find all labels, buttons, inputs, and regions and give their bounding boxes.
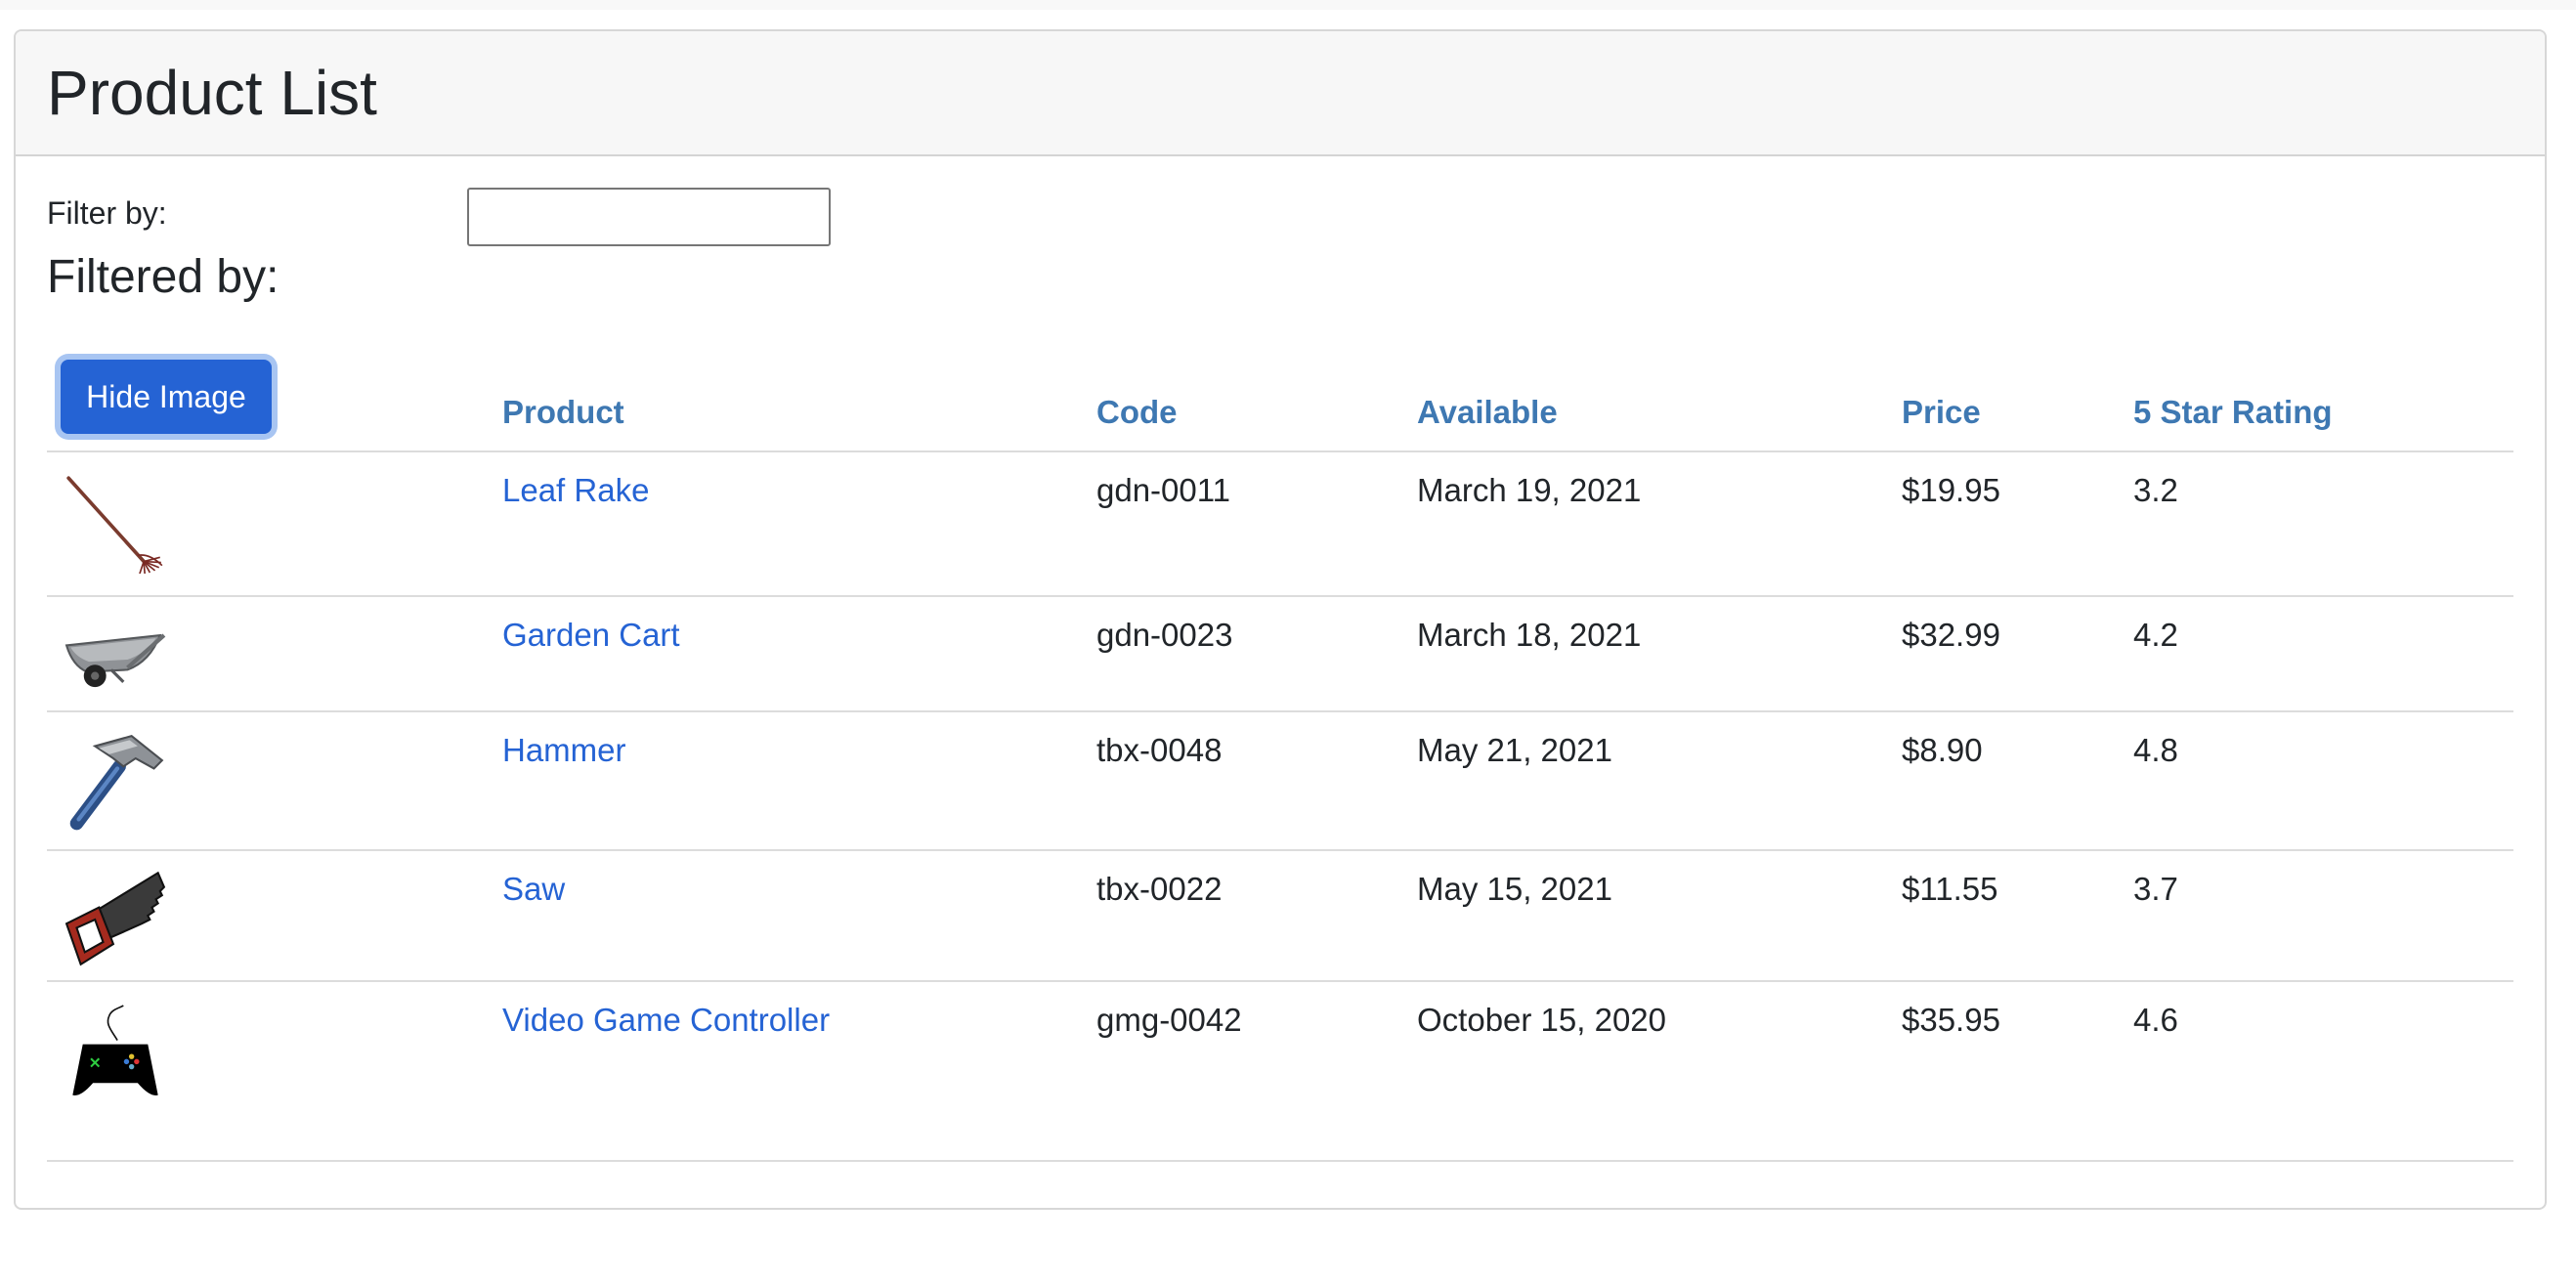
column-header-rating: 5 Star Rating xyxy=(2133,342,2513,452)
product-rating-cell: 4.8 xyxy=(2133,711,2513,851)
table-row: Video Game Controller gmg-0042 October 1… xyxy=(47,981,2513,1162)
product-price-cell: $11.55 xyxy=(1902,850,2133,982)
table-row: Saw tbx-0022 May 15, 2021 $11.55 3.7 xyxy=(47,850,2513,982)
product-link[interactable]: Leaf Rake xyxy=(502,472,649,508)
product-name-cell: Video Game Controller xyxy=(485,981,1096,1162)
product-name-cell: Hammer xyxy=(485,711,1096,851)
product-price-cell: $35.95 xyxy=(1902,981,2133,1162)
product-image-cell xyxy=(47,451,485,597)
product-code-cell: gdn-0023 xyxy=(1096,596,1417,712)
product-price-cell: $32.99 xyxy=(1902,596,2133,712)
product-code-cell: tbx-0048 xyxy=(1096,711,1417,851)
hide-image-button[interactable]: Hide Image xyxy=(61,360,272,434)
card-header: Product List xyxy=(16,31,2545,156)
product-list-card: Product List Filter by: Filtered by: Pro… xyxy=(14,29,2547,1210)
product-rating-cell: 3.2 xyxy=(2133,451,2513,597)
leaf-rake-icon xyxy=(66,476,163,574)
product-available-cell: March 19, 2021 xyxy=(1417,451,1902,597)
table-row: Garden Cart gdn-0023 March 18, 2021 $32.… xyxy=(47,596,2513,712)
product-rating-cell: 4.6 xyxy=(2133,981,2513,1162)
product-image-cell xyxy=(47,981,485,1162)
product-price-cell: $8.90 xyxy=(1902,711,2133,851)
product-link[interactable]: Garden Cart xyxy=(502,617,680,653)
saw-icon xyxy=(64,871,166,966)
garden-cart-icon xyxy=(64,633,166,688)
hammer-icon xyxy=(69,735,164,831)
top-strip xyxy=(0,0,2576,10)
product-image-cell xyxy=(47,711,485,851)
table-row: Hammer tbx-0048 May 21, 2021 $8.90 4.8 xyxy=(47,711,2513,851)
table-row: Leaf Rake gdn-0011 March 19, 2021 $19.95… xyxy=(47,451,2513,597)
product-image-cell xyxy=(47,596,485,712)
product-link[interactable]: Video Game Controller xyxy=(502,1002,830,1038)
column-header-price: Price xyxy=(1902,342,2133,452)
product-link[interactable]: Saw xyxy=(502,871,565,907)
card-body: Filter by: Filtered by: Product Code Ava… xyxy=(16,156,2545,1208)
product-price-cell: $19.95 xyxy=(1902,451,2133,597)
products-table: Product Code Available Price 5 Star Rati… xyxy=(47,342,2513,1162)
table-header-row: Product Code Available Price 5 Star Rati… xyxy=(47,342,2513,452)
product-code-cell: tbx-0022 xyxy=(1096,850,1417,982)
product-code-cell: gdn-0011 xyxy=(1096,451,1417,597)
product-rating-cell: 4.2 xyxy=(2133,596,2513,712)
filter-label: Filter by: xyxy=(47,195,167,231)
product-code-cell: gmg-0042 xyxy=(1096,981,1417,1162)
product-available-cell: May 21, 2021 xyxy=(1417,711,1902,851)
product-name-cell: Leaf Rake xyxy=(485,451,1096,597)
product-available-cell: March 18, 2021 xyxy=(1417,596,1902,712)
product-image-cell xyxy=(47,850,485,982)
product-link[interactable]: Hammer xyxy=(502,732,626,768)
column-header-available: Available xyxy=(1417,342,1902,452)
page-title: Product List xyxy=(47,58,377,128)
column-header-code: Code xyxy=(1096,342,1417,452)
filtered-by-heading: Filtered by: xyxy=(47,251,279,303)
product-available-cell: October 15, 2020 xyxy=(1417,981,1902,1162)
product-name-cell: Saw xyxy=(485,850,1096,982)
filter-input[interactable] xyxy=(467,188,831,246)
game-controller-icon xyxy=(72,1005,158,1095)
product-name-cell: Garden Cart xyxy=(485,596,1096,712)
product-available-cell: May 15, 2021 xyxy=(1417,850,1902,982)
column-header-product: Product xyxy=(485,342,1096,452)
product-rating-cell: 3.7 xyxy=(2133,850,2513,982)
